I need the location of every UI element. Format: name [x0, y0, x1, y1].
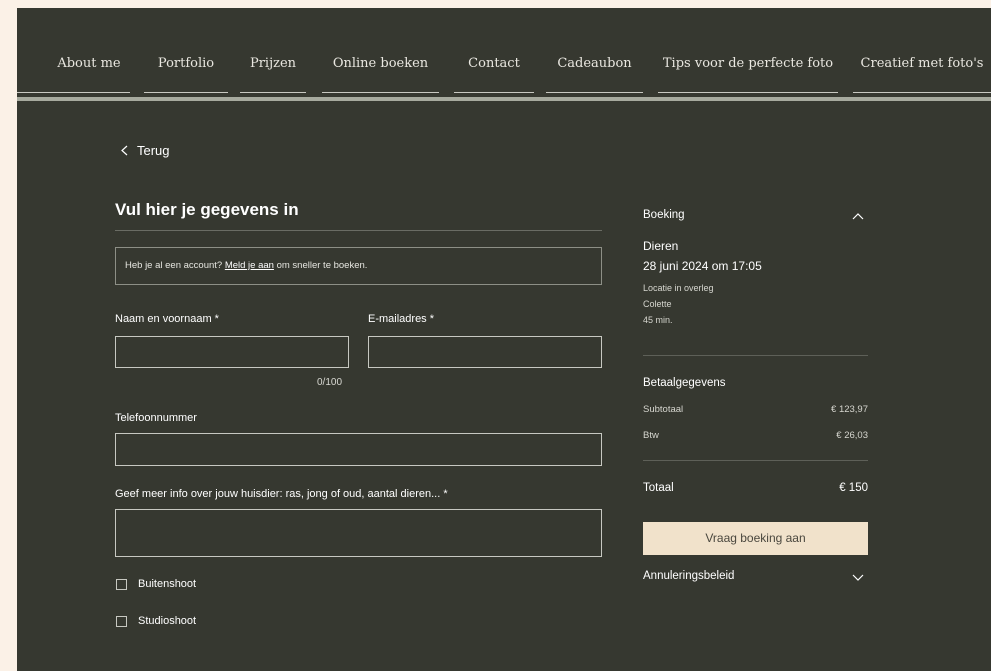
login-prompt-suffix: om sneller te boeken.	[273, 260, 368, 271]
booking-staff: Colette	[643, 299, 672, 309]
login-prompt: Heb je al een account? Meld je aan om sn…	[115, 247, 602, 285]
pet-info-textarea[interactable]	[115, 509, 602, 557]
checkbox-label: Buitenshoot	[138, 578, 197, 590]
name-char-counter: 0/100	[317, 377, 343, 388]
nav-item-contact[interactable]: Contact	[454, 55, 534, 93]
tax-row: Btw € 26,03	[643, 430, 868, 441]
chevron-down-icon	[852, 574, 864, 581]
chevron-up-icon	[852, 213, 864, 220]
tax-value: € 26,03	[836, 430, 868, 441]
back-label: Terug	[137, 142, 170, 158]
nav-item-about-me[interactable]: About me	[17, 55, 130, 93]
checkbox-box[interactable]	[116, 615, 127, 627]
nav-item-prijzen[interactable]: Prijzen	[240, 55, 306, 93]
payment-title: Betaalgegevens	[643, 377, 726, 389]
chevron-left-icon	[121, 145, 128, 155]
login-link[interactable]: Meld je aan	[225, 260, 274, 271]
checkbox-studioshoot[interactable]: Studioshoot	[116, 615, 196, 627]
phone-label: Telefoonnummer	[115, 412, 197, 424]
nav-item-creatief[interactable]: Creatief met foto's	[853, 55, 991, 93]
subtotal-value: € 123,97	[831, 404, 868, 415]
nav-item-tips[interactable]: Tips voor de perfecte foto	[658, 55, 838, 93]
booking-location: Locatie in overleg	[643, 283, 714, 293]
nav-item-online-boeken[interactable]: Online boeken	[322, 55, 439, 93]
checkbox-buitenshoot[interactable]: Buitenshoot	[116, 578, 196, 590]
total-value: € 150	[839, 482, 868, 494]
booking-page: About me Portfolio Prijzen Online boeken…	[17, 8, 991, 671]
tax-label: Btw	[643, 430, 659, 441]
booking-summary-toggle[interactable]: Boeking	[643, 209, 868, 229]
service-name: Dieren	[643, 239, 679, 253]
subtotal-label: Subtotaal	[643, 404, 684, 415]
summary-divider	[643, 355, 868, 356]
title-divider	[115, 230, 602, 231]
checkbox-label: Studioshoot	[138, 615, 197, 627]
checkbox-box[interactable]	[116, 578, 127, 590]
total-row: Totaal € 150	[643, 482, 868, 494]
total-divider	[643, 460, 868, 461]
phone-input[interactable]	[115, 433, 602, 466]
booking-datetime: 28 juni 2024 om 17:05	[643, 259, 762, 273]
name-input[interactable]	[115, 336, 349, 368]
form-title: Vul hier je gegevens in	[115, 200, 299, 219]
subtotal-row: Subtotaal € 123,97	[643, 404, 868, 415]
email-label: E-mailadres *	[368, 313, 435, 325]
total-label: Totaal	[643, 482, 674, 494]
cancellation-policy-label: Annuleringsbeleid	[643, 570, 735, 582]
main-nav: About me Portfolio Prijzen Online boeken…	[17, 8, 991, 96]
name-label: Naam en voornaam *	[115, 313, 219, 325]
booking-summary-title: Boeking	[643, 209, 685, 221]
pet-info-label: Geef meer info over jouw huisdier: ras, …	[115, 488, 448, 500]
request-booking-button[interactable]: Vraag boeking aan	[643, 522, 868, 555]
email-input[interactable]	[368, 336, 602, 368]
nav-item-portfolio[interactable]: Portfolio	[144, 55, 228, 93]
cancellation-policy-toggle[interactable]: Annuleringsbeleid	[643, 570, 868, 588]
nav-divider	[17, 97, 991, 101]
login-prompt-prefix: Heb je al een account?	[125, 260, 225, 271]
back-link[interactable]: Terug	[121, 141, 170, 159]
booking-duration: 45 min.	[643, 315, 673, 325]
nav-item-cadeaubon[interactable]: Cadeaubon	[546, 55, 643, 93]
